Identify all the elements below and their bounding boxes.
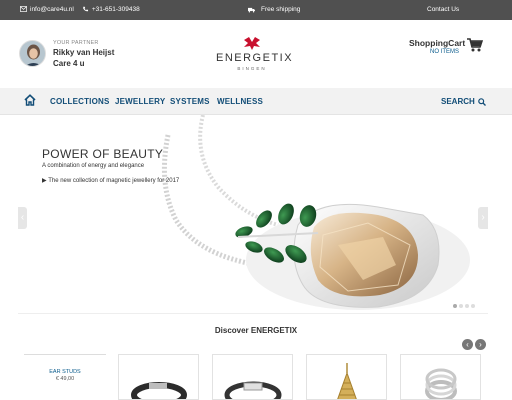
partner-company: Care 4 u — [53, 59, 85, 68]
envelope-icon — [20, 6, 27, 12]
hero-link[interactable]: ▶ The new collection of magnetic jewelle… — [42, 177, 179, 184]
partner-avatar[interactable] — [19, 40, 46, 67]
carousel-prev-button[interactable]: ‹ — [462, 339, 473, 350]
product-price: € 49,00 — [55, 376, 75, 382]
chevron-right-icon: › — [481, 212, 485, 223]
discover-heading: Discover ENERGETIX — [214, 326, 298, 335]
slide-dot[interactable] — [459, 304, 463, 308]
product-card[interactable]: EAR STUDS € 49,00 — [24, 354, 106, 400]
slider-prev-button[interactable]: ‹ — [18, 207, 27, 229]
shopping-cart-link[interactable]: ShoppingCart — [409, 38, 465, 48]
cart-status: NO ITEMS — [430, 49, 460, 55]
bracelet-image — [224, 381, 282, 399]
play-arrow-icon: ▶ — [42, 178, 47, 184]
ring-image — [425, 368, 457, 399]
site-header: YOUR PARTNER Rikky van Heijst Care 4 u E… — [0, 20, 512, 88]
main-nav: COLLECTIONS JEWELLERY SYSTEMS WELLNESS S… — [0, 88, 512, 115]
chevron-left-icon: ‹ — [20, 212, 25, 223]
phone-link[interactable]: +31-651-309438 — [82, 6, 140, 13]
contact-link[interactable]: Contact Us — [427, 6, 459, 13]
top-bar: info@care4u.nl +31-651-309438 Free shipp… — [0, 0, 512, 20]
search-button[interactable]: SEARCH — [441, 97, 486, 106]
bracelet-image — [131, 382, 187, 399]
hero-slider[interactable]: POWER OF BEAUTY A combination of energy … — [18, 115, 488, 313]
phone-icon — [83, 6, 88, 12]
slider-next-button[interactable]: › — [478, 207, 488, 229]
email-link[interactable]: info@care4u.nl — [20, 6, 74, 13]
partner-tag: YOUR PARTNER — [53, 40, 99, 46]
slider-dots — [453, 304, 475, 308]
hero-subtitle: A combination of energy and elegance — [42, 163, 145, 169]
product-name[interactable]: EAR STUDS — [24, 369, 106, 375]
product-card[interactable] — [118, 354, 199, 400]
product-card[interactable] — [212, 354, 293, 400]
slide-dot[interactable] — [471, 304, 475, 308]
product-card[interactable] — [306, 354, 387, 400]
nav-wellness[interactable]: WELLNESS — [217, 97, 263, 106]
avatar-photo — [20, 41, 45, 66]
product-card[interactable] — [400, 354, 481, 400]
logo-mark-icon — [244, 37, 260, 50]
slide-dot[interactable] — [465, 304, 469, 308]
logo-subtitle: BINGEN — [237, 66, 267, 71]
free-shipping-note: Free shipping — [248, 6, 300, 13]
search-icon — [477, 97, 486, 106]
partner-name: Rikky van Heijst — [53, 48, 115, 57]
pendant-image — [337, 363, 357, 399]
search-label: SEARCH — [441, 97, 475, 106]
chevron-left-icon: ‹ — [466, 340, 469, 349]
nav-collections[interactable]: COLLECTIONS — [50, 97, 110, 106]
nav-jewellery[interactable]: JEWELLERY — [115, 97, 165, 106]
carousel-next-button[interactable]: › — [475, 339, 486, 350]
hero-pendant-image — [161, 115, 470, 310]
cart-icon[interactable] — [467, 38, 483, 52]
slide-dot[interactable] — [453, 304, 457, 308]
home-icon[interactable] — [24, 94, 36, 106]
logo-wordmark: ENERGETIX — [216, 52, 294, 64]
hero-title: POWER OF BEAUTY — [42, 147, 164, 161]
section-divider — [18, 313, 488, 314]
truck-icon — [248, 7, 255, 12]
chevron-right-icon: › — [479, 340, 482, 349]
energetix-logo[interactable]: ENERGETIX BINGEN — [216, 34, 294, 72]
nav-systems[interactable]: SYSTEMS — [170, 97, 210, 106]
